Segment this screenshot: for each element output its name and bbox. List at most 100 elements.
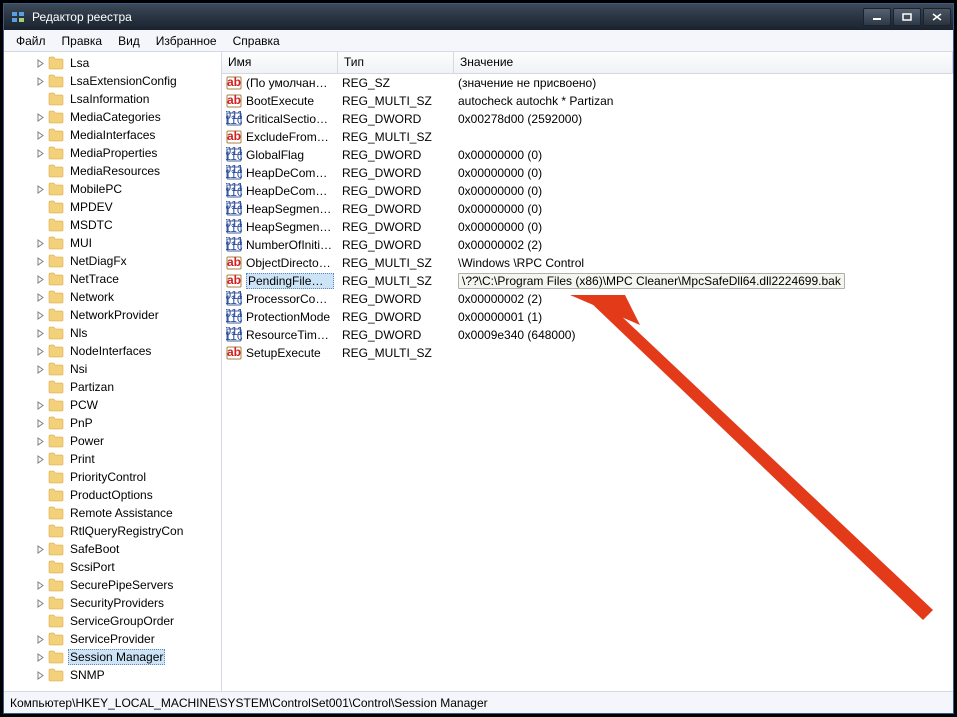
tree-item[interactable]: SNMP <box>4 666 221 684</box>
value-row[interactable]: abSetupExecuteREG_MULTI_SZ <box>222 344 953 362</box>
expand-icon[interactable] <box>34 651 46 663</box>
tree-item[interactable]: ServiceGroupOrder <box>4 612 221 630</box>
expand-icon[interactable] <box>34 363 46 375</box>
expand-icon[interactable] <box>34 381 46 393</box>
column-name[interactable]: Имя <box>222 52 338 73</box>
tree-item[interactable]: ProductOptions <box>4 486 221 504</box>
values-list[interactable]: ab(По умолчанию)REG_SZ(значение не присв… <box>222 74 953 691</box>
column-value[interactable]: Значение <box>454 52 953 73</box>
value-row[interactable]: 011110HeapDeCommit...REG_DWORD0x00000000… <box>222 164 953 182</box>
expand-icon[interactable] <box>34 165 46 177</box>
value-row[interactable]: abObjectDirectoriesREG_MULTI_SZ\Windows … <box>222 254 953 272</box>
value-row[interactable]: abExcludeFromKn...REG_MULTI_SZ <box>222 128 953 146</box>
tree-item[interactable]: Nsi <box>4 360 221 378</box>
expand-icon[interactable] <box>34 255 46 267</box>
expand-icon[interactable] <box>34 543 46 555</box>
tree-item[interactable]: NetworkProvider <box>4 306 221 324</box>
expand-icon[interactable] <box>34 489 46 501</box>
expand-icon[interactable] <box>34 183 46 195</box>
tree-item[interactable]: MediaResources <box>4 162 221 180</box>
maximize-button[interactable] <box>893 8 921 26</box>
value-row[interactable]: 011110ProcessorControlREG_DWORD0x0000000… <box>222 290 953 308</box>
expand-icon[interactable] <box>34 525 46 537</box>
expand-icon[interactable] <box>34 93 46 105</box>
registry-tree[interactable]: LsaLsaExtensionConfigLsaInformationMedia… <box>4 52 221 691</box>
value-row[interactable]: abPendingFileRen...REG_MULTI_SZ\??\C:\Pr… <box>222 272 953 290</box>
tree-item[interactable]: MUI <box>4 234 221 252</box>
expand-icon[interactable] <box>34 75 46 87</box>
tree-item[interactable]: SecurityProviders <box>4 594 221 612</box>
menu-favorites[interactable]: Избранное <box>148 32 225 50</box>
tree-item[interactable]: Partizan <box>4 378 221 396</box>
tree-item[interactable]: PriorityControl <box>4 468 221 486</box>
value-row[interactable]: 011110NumberOfInitial...REG_DWORD0x00000… <box>222 236 953 254</box>
expand-icon[interactable] <box>34 507 46 519</box>
title-bar[interactable]: Редактор реестра <box>4 4 953 30</box>
value-row[interactable]: 011110HeapSegmentR...REG_DWORD0x00000000… <box>222 218 953 236</box>
tree-item[interactable]: Print <box>4 450 221 468</box>
menu-edit[interactable]: Правка <box>54 32 111 50</box>
tree-item[interactable]: Nls <box>4 324 221 342</box>
expand-icon[interactable] <box>34 399 46 411</box>
expand-icon[interactable] <box>34 561 46 573</box>
expand-icon[interactable] <box>34 201 46 213</box>
expand-icon[interactable] <box>34 345 46 357</box>
tree-item[interactable]: NetTrace <box>4 270 221 288</box>
value-row[interactable]: 011110CriticalSectionTi...REG_DWORD0x002… <box>222 110 953 128</box>
tree-item[interactable]: MobilePC <box>4 180 221 198</box>
tree-item[interactable]: MSDTC <box>4 216 221 234</box>
tree-item[interactable]: SafeBoot <box>4 540 221 558</box>
tree-item[interactable]: Remote Assistance <box>4 504 221 522</box>
tree-item[interactable]: NetDiagFx <box>4 252 221 270</box>
expand-icon[interactable] <box>34 669 46 681</box>
tree-item[interactable]: NodeInterfaces <box>4 342 221 360</box>
expand-icon[interactable] <box>34 579 46 591</box>
value-row[interactable]: 011110ProtectionModeREG_DWORD0x00000001 … <box>222 308 953 326</box>
value-row[interactable]: 011110ResourceTimeo...REG_DWORD0x0009e34… <box>222 326 953 344</box>
tree-item[interactable]: MPDEV <box>4 198 221 216</box>
expand-icon[interactable] <box>34 273 46 285</box>
expand-icon[interactable] <box>34 291 46 303</box>
value-row[interactable]: abBootExecuteREG_MULTI_SZautocheck autoc… <box>222 92 953 110</box>
value-row[interactable]: 011110GlobalFlagREG_DWORD0x00000000 (0) <box>222 146 953 164</box>
menu-help[interactable]: Справка <box>225 32 288 50</box>
close-button[interactable] <box>923 8 951 26</box>
minimize-button[interactable] <box>863 8 891 26</box>
tree-item[interactable]: MediaCategories <box>4 108 221 126</box>
expand-icon[interactable] <box>34 237 46 249</box>
tree-item[interactable]: PCW <box>4 396 221 414</box>
tree-item[interactable]: Lsa <box>4 54 221 72</box>
tree-item[interactable]: ServiceProvider <box>4 630 221 648</box>
menu-file[interactable]: Файл <box>8 32 54 50</box>
tree-item[interactable]: ScsiPort <box>4 558 221 576</box>
expand-icon[interactable] <box>34 633 46 645</box>
expand-icon[interactable] <box>34 219 46 231</box>
tree-item[interactable]: LsaInformation <box>4 90 221 108</box>
tree-item[interactable]: Network <box>4 288 221 306</box>
expand-icon[interactable] <box>34 435 46 447</box>
expand-icon[interactable] <box>34 57 46 69</box>
expand-icon[interactable] <box>34 597 46 609</box>
expand-icon[interactable] <box>34 111 46 123</box>
expand-icon[interactable] <box>34 615 46 627</box>
menu-view[interactable]: Вид <box>110 32 148 50</box>
expand-icon[interactable] <box>34 471 46 483</box>
value-row[interactable]: 011110HeapDeCommit...REG_DWORD0x00000000… <box>222 182 953 200</box>
tree-item[interactable]: MediaInterfaces <box>4 126 221 144</box>
tree-item[interactable]: Power <box>4 432 221 450</box>
tree-item[interactable]: MediaProperties <box>4 144 221 162</box>
expand-icon[interactable] <box>34 129 46 141</box>
expand-icon[interactable] <box>34 417 46 429</box>
value-row[interactable]: 011110HeapSegmentC...REG_DWORD0x00000000… <box>222 200 953 218</box>
tree-item[interactable]: LsaExtensionConfig <box>4 72 221 90</box>
tree-item[interactable]: SecurePipeServers <box>4 576 221 594</box>
expand-icon[interactable] <box>34 147 46 159</box>
expand-icon[interactable] <box>34 309 46 321</box>
expand-icon[interactable] <box>34 453 46 465</box>
expand-icon[interactable] <box>34 327 46 339</box>
tree-item[interactable]: PnP <box>4 414 221 432</box>
tree-item[interactable]: RtlQueryRegistryCon <box>4 522 221 540</box>
value-row[interactable]: ab(По умолчанию)REG_SZ(значение не присв… <box>222 74 953 92</box>
tree-item[interactable]: Session Manager <box>4 648 221 666</box>
column-type[interactable]: Тип <box>338 52 454 73</box>
